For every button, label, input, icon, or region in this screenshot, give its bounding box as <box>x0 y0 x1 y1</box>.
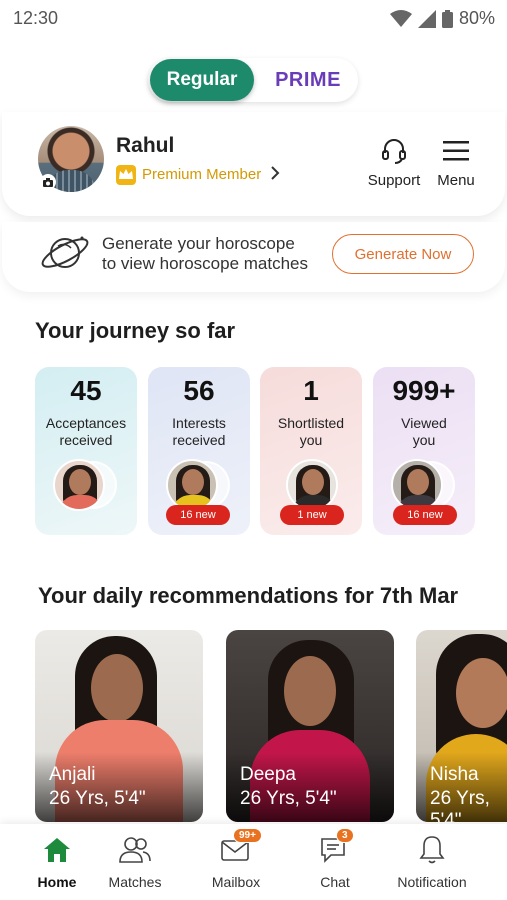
support-label: Support <box>367 172 421 189</box>
profile-name: Nisha <box>430 764 479 785</box>
profile-name: Rahul <box>116 134 175 157</box>
profile-name: Deepa <box>240 764 296 785</box>
journey-label: Acceptances received <box>35 415 137 449</box>
prime-toggle-button[interactable]: PRIME <box>260 58 356 102</box>
profile-info: 26 Yrs, 5'4" <box>240 788 337 809</box>
journey-label-line-2: received <box>172 432 226 448</box>
journey-count: 1 <box>303 375 319 406</box>
premium-member-label: Premium Member <box>142 166 262 183</box>
journey-label-line-2: received <box>59 432 113 448</box>
avatar-face <box>69 469 91 495</box>
journey-card-viewed[interactable]: 999+ Viewed you 16 new <box>373 367 475 535</box>
support-button[interactable]: Support <box>364 136 424 189</box>
avatar-face <box>182 469 204 495</box>
mail-icon: 99+ <box>205 828 267 866</box>
status-bar: 12:30 80% <box>0 0 507 38</box>
journey-label-line-1: Acceptances <box>45 415 127 431</box>
plan-toggle[interactable]: Regular PRIME <box>148 58 358 102</box>
journey-avatars <box>278 459 348 511</box>
new-count-badge: 16 new <box>166 505 230 525</box>
journey-label: Interests received <box>148 415 250 449</box>
chevron-right-icon <box>271 164 280 185</box>
status-time: 12:30 <box>13 8 59 28</box>
nav-notification[interactable]: Notification <box>392 834 472 890</box>
premium-member-link[interactable]: Premium Member <box>116 164 280 185</box>
nav-matches[interactable]: Matches <box>104 834 166 890</box>
journey-label: Viewed you <box>373 415 475 449</box>
status-icons: 80% <box>389 8 495 29</box>
journey-avatars <box>53 459 123 511</box>
nav-mailbox-label: Mailbox <box>211 874 261 890</box>
new-count-badge: 16 new <box>393 505 457 525</box>
card-shade <box>226 752 394 822</box>
camera-icon[interactable] <box>40 174 56 190</box>
journey-label-line-1: Shortlisted <box>277 415 345 431</box>
wifi-icon <box>389 9 412 27</box>
avatar-face <box>407 469 429 495</box>
recommendation-card-nisha[interactable]: Nisha 26 Yrs, 5'4" <box>416 630 507 822</box>
regular-toggle-button[interactable]: Regular <box>150 59 254 101</box>
mailbox-count-badge: 99+ <box>233 828 262 843</box>
journey-title: Your journey so far <box>35 318 236 343</box>
menu-label: Menu <box>437 172 475 189</box>
nav-chat-label: Chat <box>320 874 350 890</box>
photo-face <box>284 656 336 726</box>
avatar <box>286 459 338 511</box>
avatar-face <box>302 469 324 495</box>
nav-chat[interactable]: 3 Chat <box>312 828 358 890</box>
nav-matches-label: Matches <box>108 874 162 890</box>
nav-home-label: Home <box>37 874 77 890</box>
photo-face <box>456 658 507 728</box>
avatar <box>53 459 105 511</box>
battery-icon <box>441 9 453 28</box>
profile-header-card: Rahul Premium Member Support Menu <box>2 112 505 216</box>
horoscope-banner: Generate your horoscope to view horoscop… <box>2 222 505 292</box>
profile-info: 26 Yrs, 5'4" <box>430 788 490 822</box>
battery-percent: 80% <box>458 8 495 28</box>
horoscope-line-1: Generate your horoscope <box>102 234 295 253</box>
journey-label-line-1: Interests <box>172 415 226 431</box>
journey-avatars <box>166 459 236 511</box>
journey-label-line-2: you <box>299 432 323 448</box>
chat-icon: 3 <box>312 828 358 866</box>
new-count-badge: 1 new <box>280 505 344 525</box>
avatar <box>391 459 443 511</box>
recommendation-card-anjali[interactable]: Anjali 26 Yrs, 5'4" <box>35 630 203 822</box>
bell-icon <box>392 834 472 866</box>
journey-card-acceptances[interactable]: 45 Acceptances received <box>35 367 137 535</box>
nav-home[interactable]: Home <box>30 834 84 890</box>
hamburger-icon <box>430 136 482 166</box>
journey-count: 999+ <box>392 375 456 406</box>
matches-icon <box>104 834 166 866</box>
nav-notification-label: Notification <box>397 874 467 890</box>
avatar <box>166 459 218 511</box>
journey-count: 56 <box>183 375 215 406</box>
recommendations-title: Your daily recommendations for 7th Mar <box>38 583 459 608</box>
nav-mailbox[interactable]: 99+ Mailbox <box>205 828 267 890</box>
journey-count: 45 <box>70 375 102 406</box>
profile-name: Anjali <box>49 764 96 785</box>
journey-card-interests[interactable]: 56 Interests received 16 new <box>148 367 250 535</box>
profile-info: 26 Yrs, 5'4" <box>49 788 146 809</box>
horoscope-text: Generate your horoscope to view horoscop… <box>102 234 332 274</box>
horoscope-line-2: to view horoscope matches <box>102 254 308 273</box>
headset-icon <box>364 136 424 166</box>
journey-label: Shortlisted you <box>260 415 362 449</box>
journey-label-line-2: you <box>412 432 436 448</box>
crown-icon <box>116 164 136 185</box>
signal-icon <box>417 9 436 28</box>
journey-label-line-1: Viewed <box>401 415 447 431</box>
recommendation-card-deepa[interactable]: Deepa 26 Yrs, 5'4" <box>226 630 394 822</box>
generate-now-button[interactable]: Generate Now <box>332 234 474 274</box>
home-icon <box>30 834 84 866</box>
planet-icon <box>41 236 89 268</box>
journey-card-shortlisted[interactable]: 1 Shortlisted you 1 new <box>260 367 362 535</box>
photo-face <box>91 654 143 722</box>
bottom-navigation: Home Matches 99+ Mailbox 3 Chat Notifica… <box>0 824 507 900</box>
journey-avatars <box>391 459 461 511</box>
menu-button[interactable]: Menu <box>430 136 482 189</box>
chat-count-badge: 3 <box>336 828 354 843</box>
card-shade <box>35 752 203 822</box>
